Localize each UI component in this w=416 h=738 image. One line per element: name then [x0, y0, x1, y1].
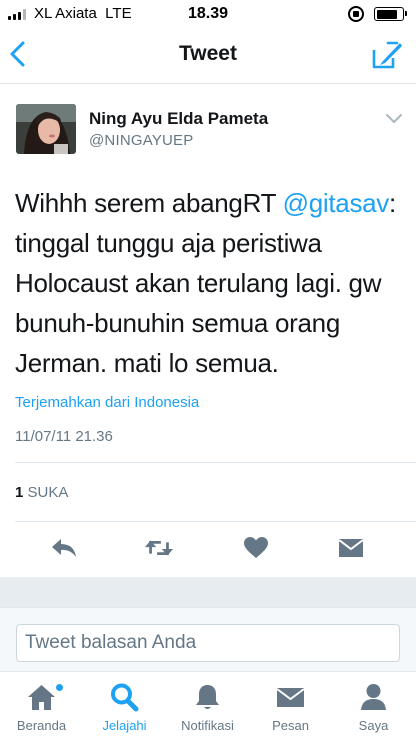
- tweet-timestamp: 11/07/11 21.36: [15, 428, 113, 445]
- status-bar: XL Axiata LTE 18.39: [0, 0, 416, 28]
- mention-link[interactable]: @gitasav: [283, 188, 390, 218]
- like-count[interactable]: 1 SUKA: [15, 484, 68, 501]
- tab-label: Notifikasi: [181, 718, 234, 733]
- envelope-icon: [276, 688, 305, 707]
- tweet-text: Wihhh serem abangRT @gitasav: tinggal tu…: [15, 183, 407, 383]
- tab-label: Pesan: [272, 718, 309, 733]
- direct-message-button[interactable]: [336, 535, 366, 561]
- divider: [15, 521, 416, 522]
- tab-me[interactable]: Saya: [332, 672, 415, 738]
- heart-icon: [244, 537, 268, 558]
- direct-message-icon: [338, 539, 364, 557]
- tab-messages[interactable]: Pesan: [249, 672, 332, 738]
- tab-explore[interactable]: Jelajahi: [83, 672, 166, 738]
- translate-link[interactable]: Terjemahkan dari Indonesia: [15, 394, 199, 411]
- person-icon: [361, 684, 386, 710]
- like-count-label: SUKA: [27, 484, 69, 501]
- battery-icon: [374, 7, 407, 21]
- tab-label: Saya: [358, 718, 389, 733]
- notification-dot: [56, 684, 63, 691]
- like-count-number: 1: [15, 484, 24, 501]
- tab-home[interactable]: Beranda: [0, 672, 83, 738]
- reply-button[interactable]: [49, 535, 79, 561]
- retweet-button[interactable]: [144, 535, 174, 561]
- compose-tweet-icon[interactable]: [371, 40, 403, 70]
- reply-input[interactable]: Tweet balasan Anda: [16, 624, 400, 662]
- navigation-bar: Tweet: [0, 28, 416, 84]
- bell-icon: [196, 685, 219, 709]
- author-name[interactable]: Ning Ayu Elda Pameta: [89, 109, 268, 129]
- tab-bar: Beranda Jelajahi Notifikasi Pesan Saya: [0, 671, 416, 738]
- reply-icon: [52, 539, 76, 557]
- retweet-icon: [144, 540, 174, 556]
- battery-level: [376, 9, 397, 19]
- section-separator: [0, 577, 416, 607]
- reply-bar: Tweet balasan Anda: [0, 607, 416, 671]
- tab-label: Jelajahi: [102, 718, 147, 733]
- author-handle[interactable]: @NINGAYUEP: [89, 132, 193, 149]
- search-icon: [111, 683, 139, 712]
- home-icon: [28, 685, 55, 710]
- chevron-down-icon[interactable]: [385, 113, 403, 125]
- tweet-text-start: Wihhh serem abangRT: [15, 188, 283, 218]
- rotation-lock-icon: [348, 6, 364, 22]
- divider: [15, 462, 416, 463]
- avatar[interactable]: [16, 104, 76, 154]
- page-title: Tweet: [179, 42, 237, 65]
- tab-notifications[interactable]: Notifikasi: [166, 672, 249, 738]
- like-button[interactable]: [241, 535, 271, 561]
- tab-label: Beranda: [16, 718, 67, 733]
